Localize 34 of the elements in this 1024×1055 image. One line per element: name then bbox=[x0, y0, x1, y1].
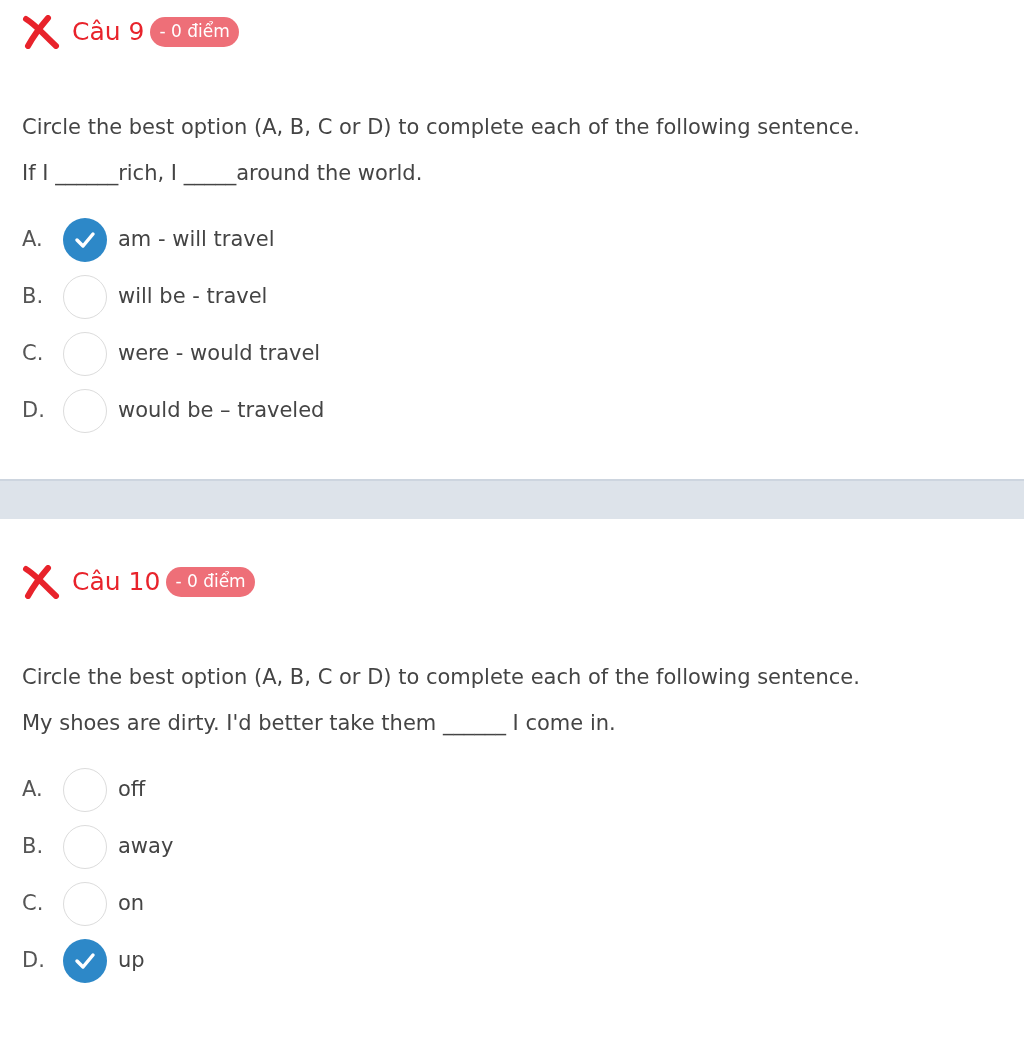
option-text: am - will travel bbox=[118, 226, 275, 254]
option-text: on bbox=[118, 890, 145, 918]
option-letter: C. bbox=[22, 340, 45, 368]
radio-button[interactable] bbox=[63, 275, 107, 319]
radio-button[interactable] bbox=[63, 768, 107, 812]
option-letter: C. bbox=[22, 890, 45, 918]
option-text: will be - travel bbox=[118, 283, 268, 311]
radio-button[interactable] bbox=[63, 218, 107, 262]
radio-button[interactable] bbox=[63, 389, 107, 433]
question-title: Câu 9 bbox=[72, 16, 145, 49]
radio-button[interactable] bbox=[63, 332, 107, 376]
question-prompt: Circle the best option (A, B, C or D) to complete each of the following sentence. bbox=[22, 114, 861, 141]
score-badge: - 0 điểm bbox=[150, 17, 239, 47]
option-letter: A. bbox=[22, 776, 44, 804]
option-letter: D. bbox=[22, 397, 46, 425]
radio-button[interactable] bbox=[63, 825, 107, 869]
option-text: were - would travel bbox=[118, 340, 321, 368]
radio-button[interactable] bbox=[63, 882, 107, 926]
check-icon bbox=[74, 231, 96, 249]
score-badge: - 0 điểm bbox=[166, 567, 255, 597]
option-text: up bbox=[118, 947, 145, 975]
option-letter: A. bbox=[22, 226, 44, 254]
option-text: away bbox=[118, 833, 174, 861]
question-prompt: Circle the best option (A, B, C or D) to complete each of the following sentence. bbox=[22, 664, 861, 691]
question-sentence: My shoes are dirty. I'd better take them ______ I come in. bbox=[22, 710, 617, 738]
option-letter: B. bbox=[22, 833, 45, 861]
option-text: off bbox=[118, 776, 146, 804]
radio-button[interactable] bbox=[63, 939, 107, 983]
check-icon bbox=[74, 952, 96, 970]
option-letter: D. bbox=[22, 947, 46, 975]
option-text: would be – traveled bbox=[118, 397, 325, 425]
question-title: Câu 10 bbox=[72, 566, 161, 599]
option-letter: B. bbox=[22, 283, 45, 311]
question-sentence: If I ______rich, I _____around the world. bbox=[22, 160, 424, 188]
